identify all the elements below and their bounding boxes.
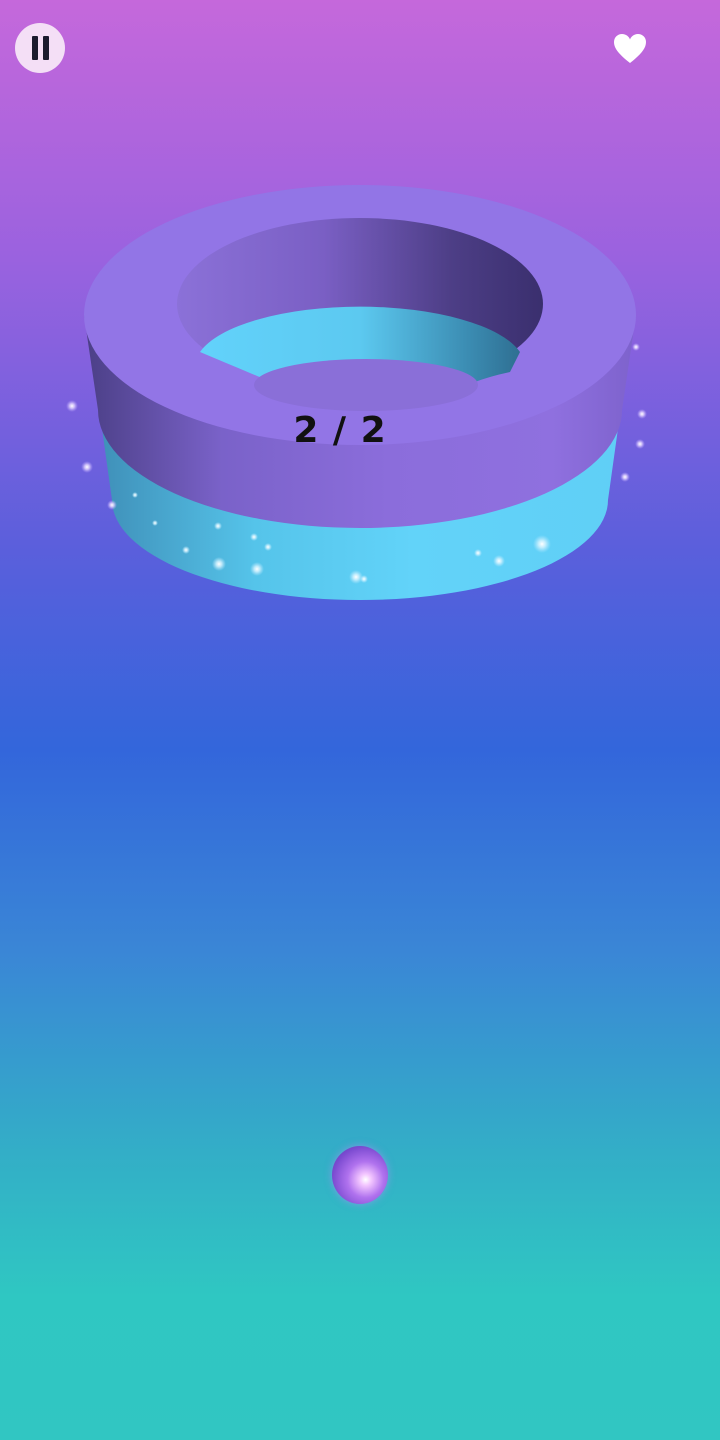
player-ball[interactable] <box>332 1146 388 1204</box>
ring-obstacle <box>84 185 636 600</box>
ring-progress-counter: 2 / 2 <box>293 410 387 451</box>
pause-button[interactable] <box>15 23 65 73</box>
heart-icon <box>614 34 646 63</box>
game-scene <box>66 185 647 600</box>
pause-icon-bar <box>42 36 49 60</box>
pause-icon <box>31 36 38 60</box>
ring-hole-bottom <box>254 359 478 411</box>
